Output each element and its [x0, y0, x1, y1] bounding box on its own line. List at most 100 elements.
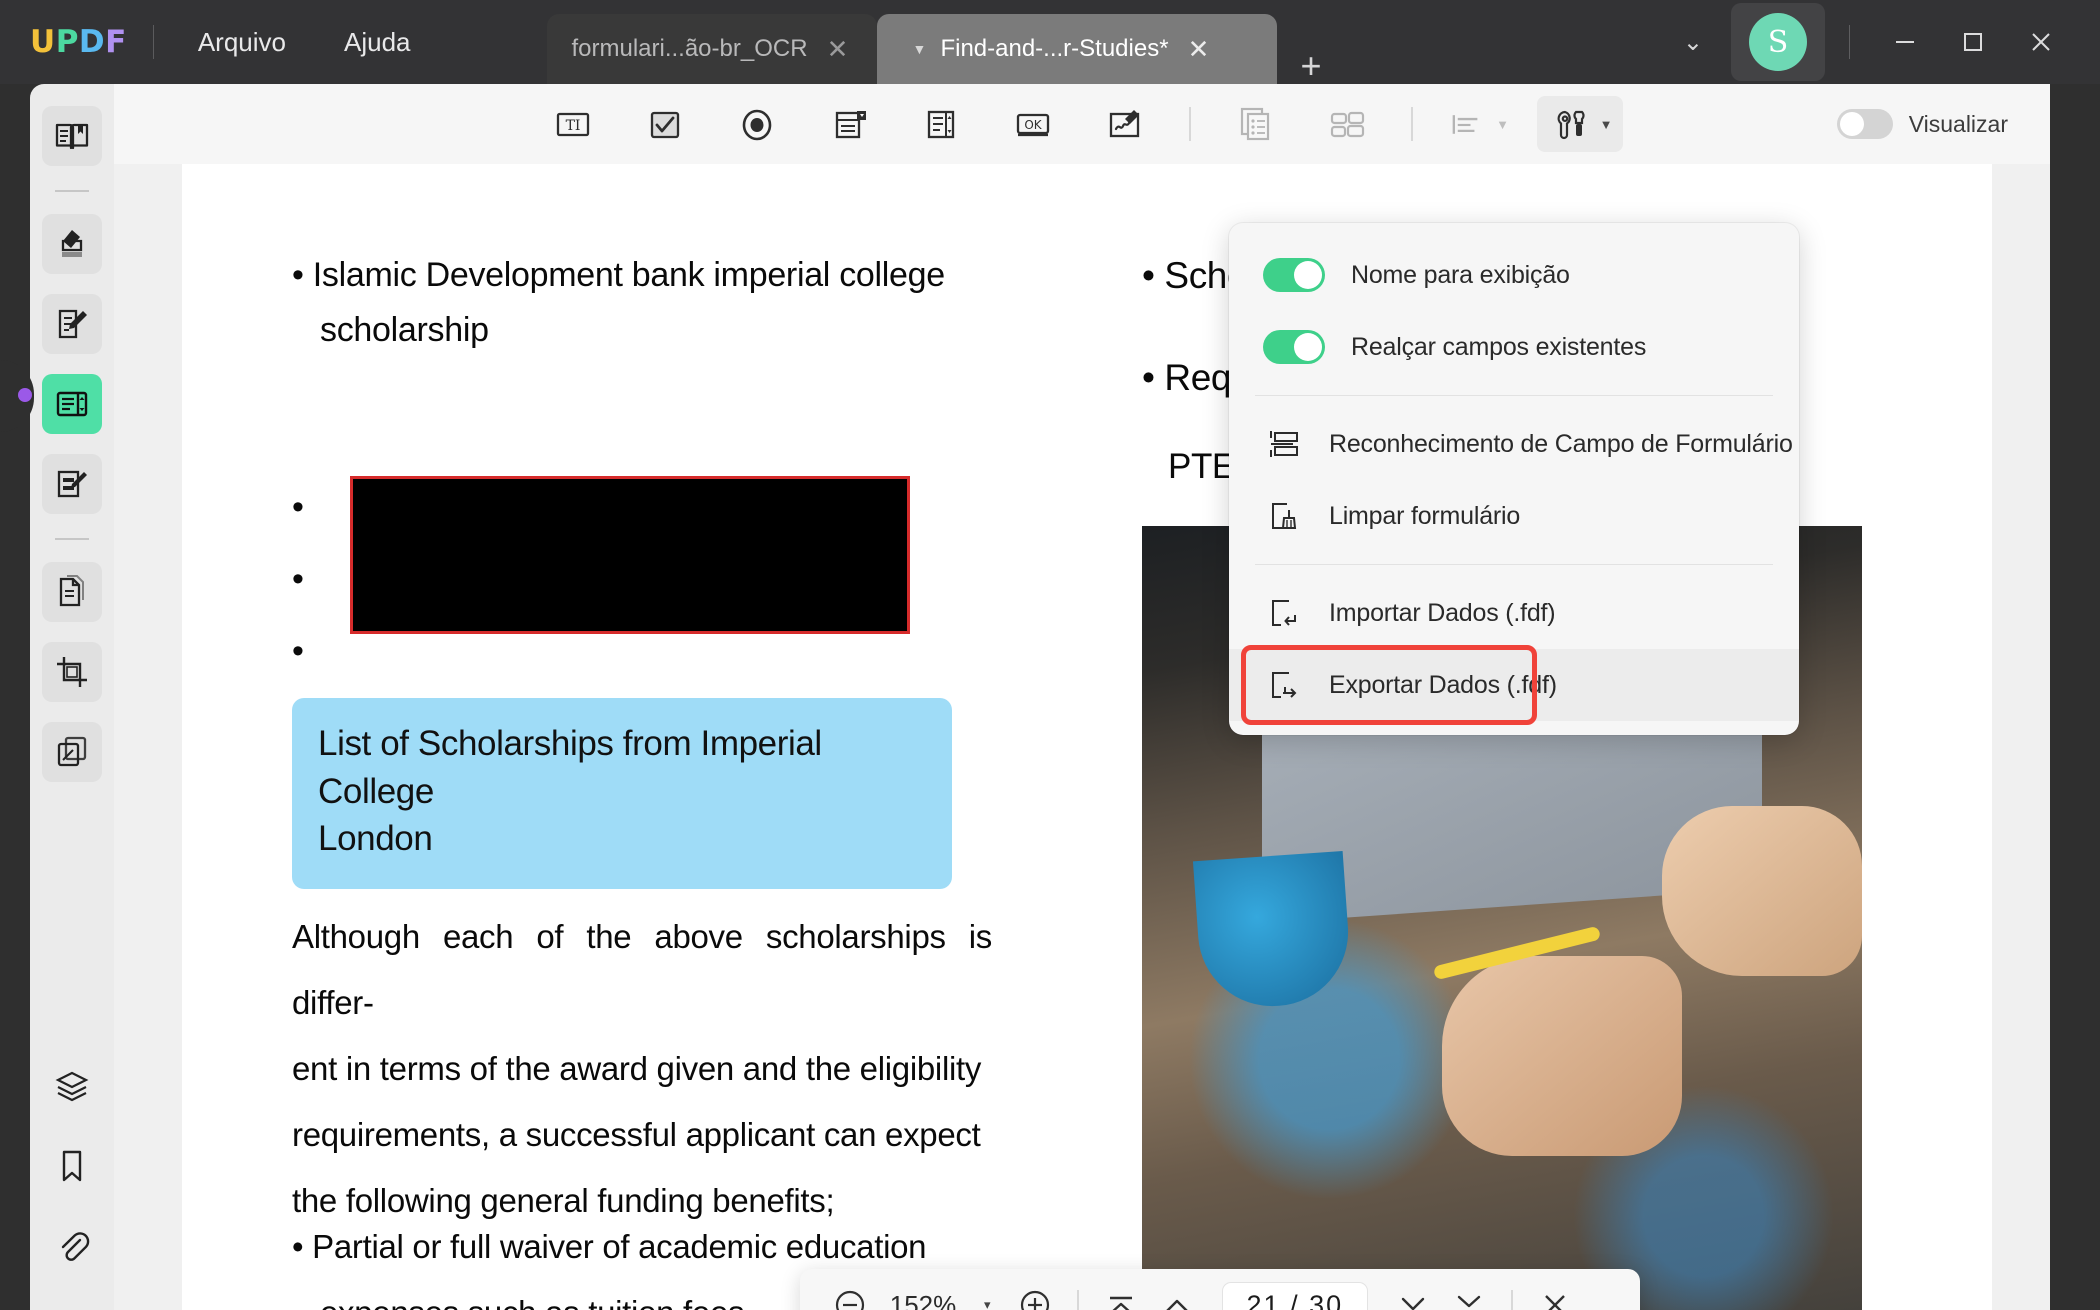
preview-toggle-group[interactable]: Visualizar	[1837, 109, 2008, 139]
tools-dropdown-menu: Nome para exibição Realçar campos existe…	[1229, 223, 1799, 735]
menu-item-label: Nome para exibição	[1351, 261, 1570, 290]
sidebar-item-organize-pages[interactable]	[42, 562, 102, 622]
tab-formulario-ocr[interactable]: formulari...ão-br_OCR ✕	[547, 14, 877, 84]
toolbar-divider-2	[1411, 107, 1413, 141]
menu-item-import-data[interactable]: Importar Dados (.fdf)	[1229, 577, 1799, 649]
sidebar-item-attachments[interactable]	[42, 1216, 102, 1276]
tab-close-icon[interactable]: ✕	[824, 36, 852, 62]
book-reader-icon	[52, 116, 92, 156]
tool-copy-fields[interactable]	[1223, 96, 1287, 152]
paperclip-icon	[52, 1226, 92, 1266]
export-data-icon	[1263, 667, 1303, 703]
duplicate-fields-icon	[1233, 102, 1277, 146]
highlighter-marker-icon	[52, 224, 92, 264]
tool-push-button[interactable]: OK	[1001, 96, 1065, 152]
close-pagebar-button[interactable]	[1529, 1279, 1581, 1310]
sidebar-item-annotate[interactable]	[42, 214, 102, 274]
tool-dropdown[interactable]	[817, 96, 881, 152]
doc-highlight-line1: List of Scholarships from Imperial Colle…	[318, 720, 926, 815]
updf-window: UPDF Arquivo Ajuda formulari...ão-br_OCR…	[0, 0, 2100, 1310]
page-indicator[interactable]: 21 / 30	[1223, 1283, 1368, 1310]
menu-item-label: Reconhecimento de Campo de Formulário	[1329, 430, 1793, 459]
tool-align[interactable]: ▼	[1445, 96, 1509, 152]
sidebar-item-crop[interactable]	[42, 642, 102, 702]
menu-divider-2	[1255, 564, 1773, 565]
signature-field-icon	[1103, 102, 1147, 146]
last-page-button[interactable]	[1443, 1279, 1495, 1310]
menu-ajuda[interactable]: Ajuda	[326, 21, 429, 64]
doc-left-column: • Islamic Development bank imperial coll…	[292, 248, 1052, 358]
zoom-in-button[interactable]	[1009, 1279, 1061, 1310]
display-name-switch[interactable]	[1263, 258, 1325, 292]
pagebar-divider-1	[1077, 1290, 1079, 1310]
sidebar-divider	[55, 190, 89, 192]
menu-item-display-name[interactable]: Nome para exibição	[1229, 239, 1799, 311]
checkbox-icon	[643, 102, 687, 146]
tool-text-field[interactable]: TI	[541, 96, 605, 152]
maximize-icon[interactable]	[1942, 11, 2004, 73]
doc-bullet-1-line1: • Islamic Development bank imperial coll…	[292, 256, 945, 294]
redacted-form-field[interactable]	[350, 476, 910, 634]
close-icon[interactable]	[2010, 11, 2072, 73]
tab-close-icon[interactable]: ✕	[1185, 36, 1213, 62]
dropdown-list-icon	[827, 102, 871, 146]
chevron-down-icon[interactable]: ▼	[1600, 117, 1613, 132]
doc-empty-bullets: • • •	[292, 480, 304, 696]
tool-radio-button[interactable]	[725, 96, 789, 152]
sidebar-item-form[interactable]	[42, 374, 102, 434]
crop-icon	[52, 652, 92, 692]
zoom-level-value[interactable]: 152%	[880, 1290, 966, 1310]
doc-paragraph-line-3: requirements, a successful applicant can…	[292, 1102, 992, 1168]
next-page-button[interactable]	[1387, 1279, 1439, 1310]
sidebar-divider-2	[55, 538, 89, 540]
menu-item-label: Limpar formulário	[1329, 502, 1520, 531]
menu-item-clear-form[interactable]: Limpar formulário	[1229, 480, 1799, 552]
menu-divider-1	[1255, 395, 1773, 396]
layers-icon	[52, 1066, 92, 1106]
tool-more-tools[interactable]: ▼	[1537, 96, 1623, 152]
tab-find-and-studies[interactable]: ▼ Find-and-...r-Studies* ✕	[877, 14, 1277, 84]
highlight-fields-switch[interactable]	[1263, 330, 1325, 364]
menu-item-export-data[interactable]: Exportar Dados (.fdf)	[1229, 649, 1799, 721]
first-page-button[interactable]	[1095, 1279, 1147, 1310]
sidebar-item-sign[interactable]	[42, 454, 102, 514]
tab-label: formulari...ão-br_OCR	[571, 35, 807, 63]
logo-letter-d: D	[79, 24, 105, 60]
sidebar-collapse-handle[interactable]	[18, 388, 32, 402]
sidebar-item-edit-pdf[interactable]	[42, 294, 102, 354]
align-icon	[1445, 102, 1490, 146]
sidebar-item-reader[interactable]	[42, 106, 102, 166]
preview-switch[interactable]	[1837, 109, 1893, 139]
menu-item-highlight-fields[interactable]: Realçar campos existentes	[1229, 311, 1799, 383]
clear-form-broom-icon	[1263, 498, 1303, 534]
account-button[interactable]: S	[1731, 3, 1825, 81]
zoom-chevron-down-icon[interactable]: ▾	[970, 1297, 1005, 1310]
wrench-screwdriver-icon	[1548, 102, 1594, 146]
new-tab-button[interactable]: +	[1301, 48, 1322, 84]
photo-cocktail-glass	[1193, 851, 1353, 1011]
sidebar-item-bookmarks[interactable]	[42, 1136, 102, 1196]
tool-signature-field[interactable]	[1093, 96, 1157, 152]
svg-text:OK: OK	[1024, 118, 1042, 132]
doc-paragraph-line-2: ent in terms of the award given and the …	[292, 1036, 992, 1102]
chevron-down-icon[interactable]: ▼	[1496, 117, 1509, 132]
tab-list-chevron-icon[interactable]: ⌄	[1661, 20, 1725, 65]
logo-letter-p: P	[56, 24, 79, 60]
tool-list-box[interactable]	[909, 96, 973, 152]
menu-item-form-recognition[interactable]: Reconhecimento de Campo de Formulário	[1229, 408, 1799, 480]
logo-letter-u: U	[30, 24, 56, 60]
updf-logo: UPDF	[30, 24, 127, 60]
pagebar-divider-2	[1511, 1290, 1513, 1310]
sidebar-item-convert[interactable]	[42, 722, 102, 782]
tool-tab-order[interactable]	[1315, 96, 1379, 152]
zoom-out-button[interactable]	[824, 1279, 876, 1310]
chevron-down-icon[interactable]: ▼	[913, 41, 927, 57]
menu-arquivo[interactable]: Arquivo	[180, 21, 304, 64]
svg-text:TI: TI	[566, 118, 581, 134]
tool-checkbox[interactable]	[633, 96, 697, 152]
previous-page-button[interactable]	[1151, 1279, 1203, 1310]
sidebar-item-layers[interactable]	[42, 1056, 102, 1116]
doc-highlight-line2: London	[318, 815, 926, 863]
doc-bullet-1: • Islamic Development bank imperial coll…	[292, 248, 1052, 358]
minimize-icon[interactable]	[1874, 11, 1936, 73]
